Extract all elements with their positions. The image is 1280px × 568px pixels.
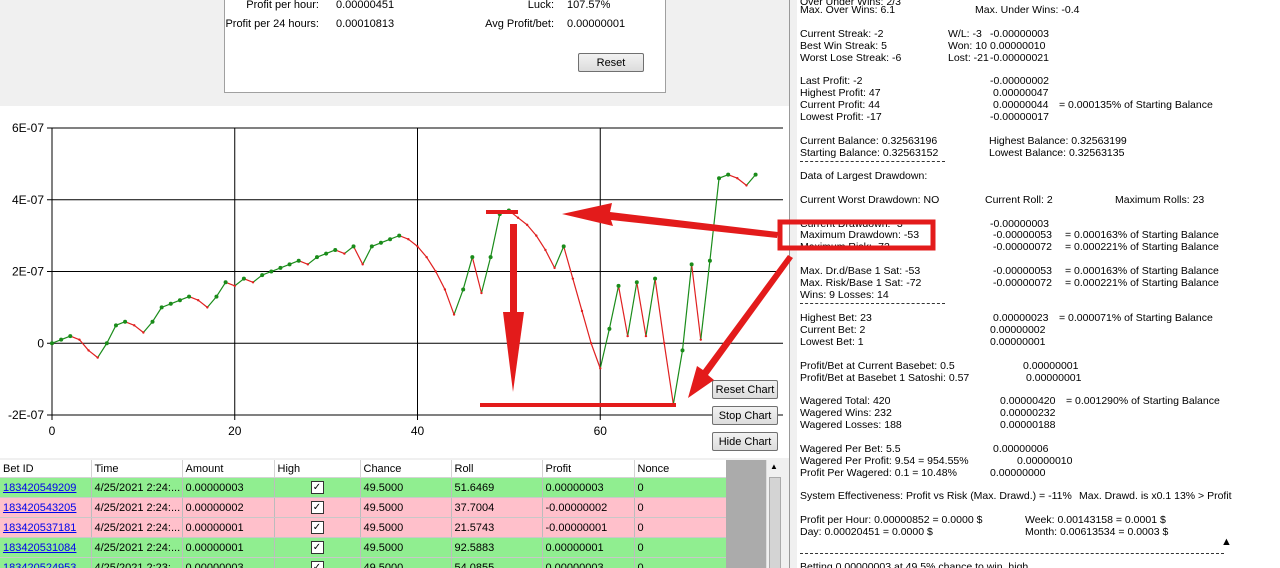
arrow-to-trough [688,255,793,398]
drawdown-arrow-shaft [510,224,517,314]
annotation-overlay [480,203,936,407]
drawdown-highlight-box [777,219,936,251]
drawdown-arrow-head [503,312,524,392]
arrow-to-peak [562,203,778,238]
